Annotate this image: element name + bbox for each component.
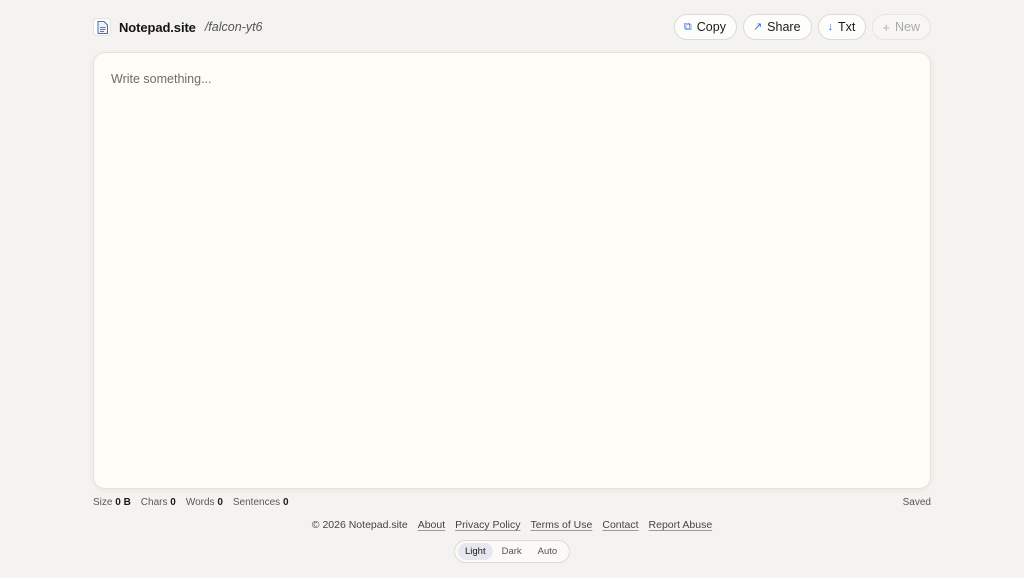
theme-option-dark[interactable]: Dark xyxy=(495,543,529,560)
note-textarea[interactable] xyxy=(94,53,930,488)
editor-panel xyxy=(93,52,931,489)
footer-link-privacy[interactable]: Privacy Policy xyxy=(455,519,520,533)
copy-button-label: Copy xyxy=(696,20,726,34)
save-status: Saved xyxy=(902,497,931,508)
note-slug: /falcon-yt6 xyxy=(204,20,263,34)
status-bar: Size 0 B Chars 0 Words 0 Sentences 0 Sav… xyxy=(93,497,931,511)
size-value: 0 B xyxy=(115,497,131,508)
footer-link-contact[interactable]: Contact xyxy=(602,519,638,533)
toolbar: ⧉ Copy ↗ Share ↓ Txt + New xyxy=(673,14,931,40)
stat-sentences: Sentences 0 xyxy=(232,497,289,508)
header: Notepad.site /falcon-yt6 ⧉ Copy ↗ Share … xyxy=(93,14,931,40)
plus-icon: + xyxy=(882,19,890,35)
footer-link-report-abuse[interactable]: Report Abuse xyxy=(649,519,713,533)
stat-words: Words 0 xyxy=(185,497,223,508)
sentences-value: 0 xyxy=(282,497,289,508)
theme-option-light[interactable]: Light xyxy=(458,543,493,560)
stat-chars: Chars 0 xyxy=(140,497,176,508)
download-txt-button[interactable]: ↓ Txt xyxy=(817,14,867,40)
document-icon xyxy=(93,18,111,36)
footer-link-terms[interactable]: Terms of Use xyxy=(531,519,593,533)
theme-option-auto[interactable]: Auto xyxy=(531,543,565,560)
copy-icon: ⧉ xyxy=(683,20,692,33)
stat-size: Size 0 B xyxy=(93,497,131,508)
chars-value: 0 xyxy=(170,497,176,508)
download-txt-button-label: Txt xyxy=(838,20,856,34)
brand-name: Notepad.site xyxy=(119,19,196,35)
words-value: 0 xyxy=(217,497,223,508)
stats: Size 0 B Chars 0 Words 0 Sentences 0 xyxy=(93,497,289,508)
copyright: © 2026 Notepad.site xyxy=(311,519,408,531)
brand[interactable]: Notepad.site /falcon-yt6 xyxy=(93,17,263,37)
theme-switcher: Light Dark Auto xyxy=(454,540,570,563)
arrow-down-icon: ↓ xyxy=(827,20,834,33)
footer-link-about[interactable]: About xyxy=(418,519,445,533)
arrow-up-right-icon: ↗ xyxy=(752,20,763,33)
share-button-label: Share xyxy=(767,20,801,34)
new-note-button-label: New xyxy=(894,20,920,34)
share-button[interactable]: ↗ Share xyxy=(742,14,812,40)
footer: © 2026 Notepad.site About Privacy Policy… xyxy=(93,519,931,533)
new-note-button[interactable]: + New xyxy=(872,14,931,40)
copy-button[interactable]: ⧉ Copy xyxy=(673,14,737,40)
page: Notepad.site /falcon-yt6 ⧉ Copy ↗ Share … xyxy=(93,0,931,578)
